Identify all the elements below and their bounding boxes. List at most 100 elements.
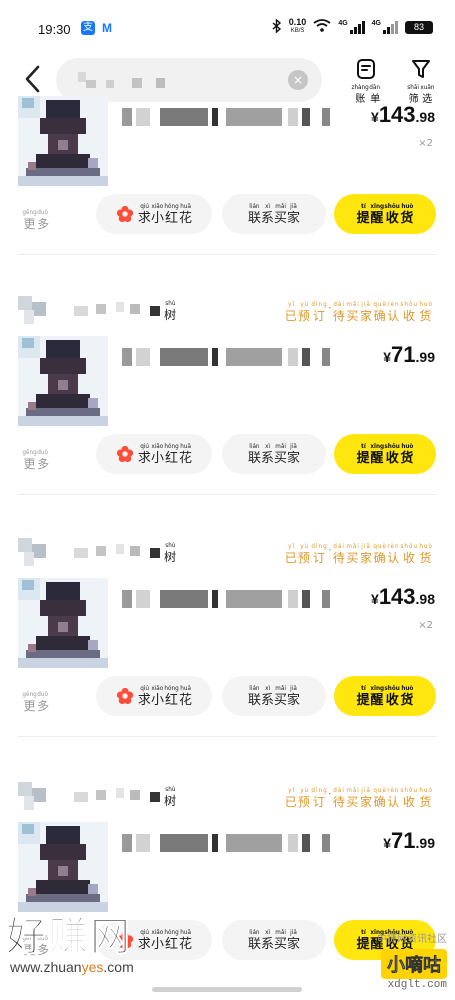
contact-buyer-button[interactable]: lián 联 xì 系 mǎi 买 jiā 家 — [222, 434, 326, 474]
product-thumbnail[interactable] — [18, 336, 108, 426]
ask-flower-label-char: 求 — [137, 450, 151, 466]
order-status-text-char: 预 — [297, 551, 311, 565]
status-time: 19:30 — [38, 22, 71, 37]
remind-receipt-label-char: 醒 — [370, 450, 384, 466]
battery-icon: 83 — [405, 20, 433, 34]
product-thumbnail[interactable] — [18, 96, 108, 186]
ask-flower-label-py: hóng — [164, 928, 179, 936]
product-title[interactable] — [122, 590, 352, 608]
contact-buyer-label-py: lián — [249, 928, 260, 936]
order-card[interactable]: ¥143.98 ×2 gēng 更 duō 多 qiú 求 xiǎo 小 hóng 红 huā 花 lián… — [0, 96, 455, 292]
flower-icon — [116, 205, 134, 223]
order-status-text-char: 确 — [373, 795, 387, 809]
product-quantity: ×2 — [418, 138, 433, 149]
more-label: gēng 更 duō 多 — [22, 209, 49, 232]
filter-py-1: shāi — [407, 84, 420, 91]
back-button[interactable] — [20, 62, 48, 96]
shop-avatar[interactable] — [18, 782, 48, 812]
contact-buyer-button[interactable]: lián 联 xì 系 mǎi 买 jiā 家 — [222, 920, 326, 960]
shop-avatar[interactable] — [18, 538, 48, 568]
ask-flower-label-char: 小 — [150, 692, 164, 708]
remind-receipt-label: tí 提 xǐng 醒 shōu 收 huò 货 — [357, 443, 414, 466]
contact-buyer-button[interactable]: lián 联 xì 系 mǎi 买 jiā 家 — [222, 676, 326, 716]
price-decimal: .99 — [415, 835, 435, 851]
more-button[interactable]: gēng 更 duō 多 — [22, 203, 49, 232]
shop-name-blur — [130, 304, 140, 314]
remind-receipt-label-char: 提 — [356, 936, 370, 952]
order-status-text-char: 货 — [419, 551, 433, 565]
shop-name-blur — [74, 548, 88, 558]
home-indicator[interactable] — [152, 987, 302, 992]
ask-flower-label-char: 求 — [137, 210, 151, 226]
ask-flower-button[interactable]: qiú 求 xiǎo 小 hóng 红 huā 花 — [96, 434, 212, 474]
contact-buyer-label-py: xì — [265, 684, 270, 692]
currency-symbol: ¥ — [383, 835, 392, 851]
filter-button[interactable]: shāi 筛 xuǎn 选 — [403, 58, 439, 107]
ask-flower-label-char: 花 — [179, 692, 193, 708]
order-status-text-py: què — [373, 543, 387, 550]
shop-name[interactable]: shù 树 — [164, 780, 176, 809]
shop-name-blur — [74, 306, 88, 316]
remind-receipt-label-char: 货 — [400, 450, 414, 466]
more-button[interactable]: gēng 更 duō 多 — [22, 685, 49, 714]
product-title[interactable] — [122, 348, 352, 366]
shop-avatar[interactable] — [18, 296, 48, 326]
more-label-py: duō — [37, 209, 49, 216]
bill-button[interactable]: zhàng 账 dān 单 — [348, 58, 384, 107]
signal-label-2: 4G — [371, 20, 381, 27]
contact-buyer-label-char: 系 — [260, 450, 274, 466]
ask-flower-button[interactable]: qiú 求 xiǎo 小 hóng 红 huā 花 — [96, 194, 212, 234]
shop-name[interactable]: shù 树 — [164, 536, 176, 565]
order-status-text-char: 家 — [359, 309, 373, 323]
contact-buyer-label-char: 系 — [260, 936, 274, 952]
order-status-text-char: 家 — [359, 551, 373, 565]
order-card[interactable]: shù 树 yǐ 已 yù 预 dìng 订 · dài 待 mǎi 买 jiā 家 què 确 rèn 认 shōu… — [0, 532, 455, 737]
ask-flower-label-char: 花 — [179, 210, 193, 226]
clear-search-icon[interactable]: × — [288, 70, 308, 90]
wm-url-c: .com — [103, 959, 134, 975]
shop-name-py: shù — [164, 300, 176, 307]
order-status-text-char: 货 — [419, 795, 433, 809]
remind-receipt-button[interactable]: tí 提 xǐng 醒 shōu 收 huò 货 — [334, 434, 436, 474]
ask-flower-label-char: 红 — [164, 692, 178, 708]
product-title[interactable] — [122, 834, 352, 852]
contact-buyer-label-py: lián — [249, 684, 260, 692]
contact-buyer-button[interactable]: lián 联 xì 系 mǎi 买 jiā 家 — [222, 194, 326, 234]
more-label-char: 多 — [37, 457, 50, 471]
contact-buyer-label-py: xì — [265, 442, 270, 450]
shop-name-py: shù — [164, 786, 176, 793]
product-thumbnail[interactable] — [18, 578, 108, 668]
more-label: gēng 更 duō 多 — [22, 691, 49, 714]
shop-name[interactable]: shù 树 — [164, 294, 176, 323]
filter-py-2: xuǎn — [420, 84, 435, 91]
remind-receipt-button[interactable]: tí 提 xǐng 醒 shōu 收 huò 货 — [334, 676, 436, 716]
bill-py-2: dān — [369, 84, 381, 91]
product-price: ¥71.99 — [383, 342, 435, 368]
order-status-text-char: 收 — [403, 551, 417, 565]
order-status-text-char: 订 — [312, 795, 326, 809]
contact-buyer-label-py: mǎi — [275, 684, 286, 692]
remind-receipt-label: tí 提 xǐng 醒 shōu 收 huò 货 — [357, 203, 414, 226]
remind-receipt-label-py: tí — [360, 202, 366, 210]
more-label-char: 更 — [23, 217, 36, 231]
order-card[interactable]: shù 树 yǐ 已 yù 预 dìng 订 · dài 待 mǎi 买 jiā 家 què 确 rèn 认 shōu… — [0, 290, 455, 495]
remind-receipt-label-py: xǐng — [369, 202, 384, 210]
signal-icon-1: 4G — [338, 20, 365, 34]
shop-name-blur — [96, 304, 106, 314]
product-thumbnail[interactable] — [18, 822, 108, 912]
remind-receipt-button[interactable]: tí 提 xǐng 醒 shōu 收 huò 货 — [334, 194, 436, 234]
product-title[interactable] — [122, 108, 352, 126]
ask-flower-label-py: xiǎo — [151, 684, 164, 692]
more-label-char: 更 — [23, 457, 36, 471]
currency-symbol: ¥ — [371, 109, 379, 125]
ask-flower-label: qiú 求 xiǎo 小 hóng 红 huā 花 — [138, 203, 192, 226]
more-button[interactable]: gēng 更 duō 多 — [22, 443, 49, 472]
price-decimal: .99 — [415, 349, 435, 365]
ask-flower-button[interactable]: qiú 求 xiǎo 小 hóng 红 huā 花 — [96, 676, 212, 716]
shop-name-blur — [116, 544, 124, 554]
price-integer: 71 — [391, 828, 416, 853]
order-status-text-py: dìng — [311, 787, 328, 794]
order-status-text-char: 预 — [297, 309, 311, 323]
price-integer: 143 — [378, 584, 416, 609]
watermark-left-url: www.zhuanyes.com — [10, 959, 134, 975]
